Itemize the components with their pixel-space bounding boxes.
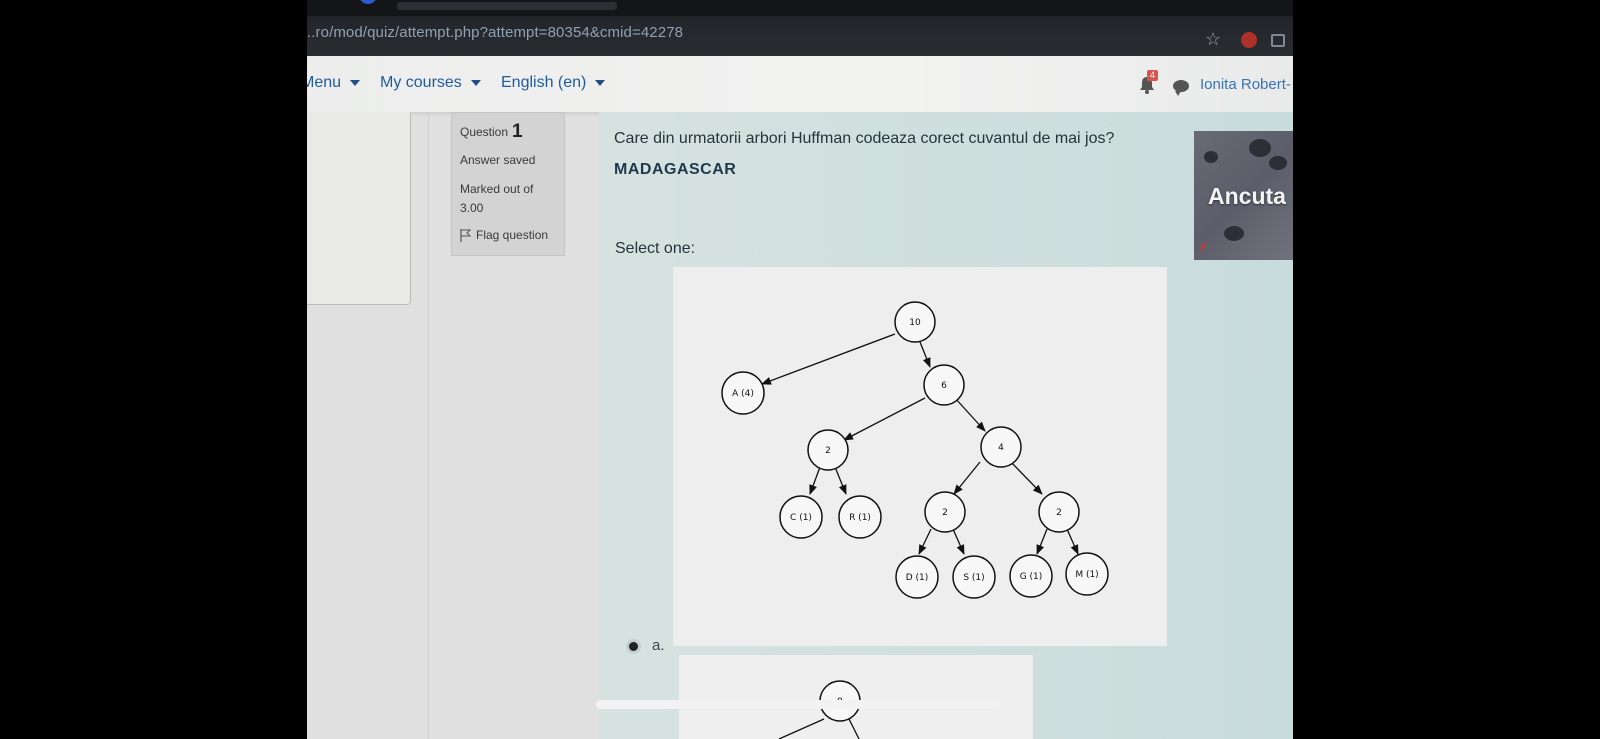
background-pattern	[1269, 156, 1287, 170]
tree-edge	[1066, 528, 1079, 555]
mic-muted-icon	[1199, 243, 1207, 254]
caret-down-icon	[470, 79, 481, 86]
node-label: 2	[825, 446, 831, 456]
nav-my-courses[interactable]: My courses	[380, 74, 481, 92]
column-divider	[428, 112, 429, 739]
background-pattern	[1204, 151, 1218, 163]
node-label: S (1)	[963, 573, 984, 583]
question-number-value: 1	[512, 121, 523, 142]
left-block	[307, 112, 411, 305]
question-label: Question	[460, 125, 509, 139]
video-call-tile[interactable]: Ancuta	[1194, 131, 1293, 260]
tree-edge	[843, 397, 926, 441]
moodle-navbar: Menu My courses English (en) 4 Ionita Ro…	[307, 56, 1293, 112]
option-a-label[interactable]: a.	[652, 637, 665, 654]
node-label: 10	[909, 318, 921, 328]
screen: ..ro/mod/quiz/attempt.php?attempt=80354&…	[307, 0, 1293, 739]
browser-toolbar: ..ro/mod/quiz/attempt.php?attempt=80354&…	[307, 0, 1293, 56]
tab-strip	[307, 0, 1293, 16]
huffman-tree-b-svg: 9	[778, 680, 861, 739]
tree-labels: 10 A (4) 6 2 4 C (1) R (1) 2 2 D (1) S (…	[732, 318, 1099, 583]
nav-language[interactable]: English (en)	[501, 74, 606, 92]
node-label: C (1)	[790, 513, 812, 523]
tree-edge	[848, 718, 860, 739]
tree-edge	[1008, 459, 1043, 495]
tree-nodes	[721, 301, 1109, 599]
nav-my-courses-label: My courses	[380, 74, 462, 91]
node-label: R (1)	[849, 513, 871, 523]
tree-edge	[919, 341, 931, 368]
node-label: 6	[941, 381, 947, 391]
huffman-tree-option-a[interactable]: 10 A (4) 6 2 4 C (1) R (1) 2 2 D (1) S (…	[673, 267, 1167, 646]
background-pattern	[1224, 226, 1244, 241]
tree-edge	[809, 466, 821, 495]
extension-icon[interactable]	[1241, 32, 1257, 48]
tab-favicon	[359, 0, 377, 4]
browser-tab[interactable]	[397, 2, 617, 10]
node-label: M (1)	[1075, 570, 1098, 580]
tree-edge	[952, 528, 965, 555]
user-menu[interactable]: Ionita Robert-	[1200, 76, 1291, 93]
tree-edge	[834, 466, 847, 495]
bookmark-star-icon[interactable]: ☆	[1205, 30, 1223, 48]
option-a-radio[interactable]	[629, 642, 638, 651]
caret-down-icon	[350, 79, 361, 86]
marked-label: Marked out of	[460, 182, 534, 196]
huffman-tree-option-b[interactable]: 9	[679, 655, 1033, 739]
participant-name: Ancuta	[1208, 183, 1286, 209]
tree-edge	[953, 461, 981, 495]
node-label: 4	[998, 443, 1004, 453]
question-content: Care din urmatorii arbori Huffman codeaz…	[599, 112, 1293, 739]
huffman-tree-a-svg: 10 A (4) 6 2 4 C (1) R (1) 2 2 D (1) S (…	[721, 301, 1109, 599]
node-label: G (1)	[1020, 572, 1043, 582]
question-info-panel: Question 1 Answer saved Marked out of 3.00…	[451, 112, 565, 256]
select-one-prompt: Select one:	[615, 240, 696, 257]
flag-icon	[460, 228, 471, 242]
background-pattern	[1249, 139, 1271, 157]
question-text: Care din urmatorii arbori Huffman codeaz…	[614, 130, 1115, 147]
tree-edge	[778, 718, 825, 739]
marked-value: 3.00	[460, 201, 484, 215]
question-status: Answer saved	[460, 153, 536, 167]
nav-language-label: English (en)	[501, 74, 587, 91]
question-word: MADAGASCAR	[614, 161, 737, 178]
home-indicator	[596, 700, 998, 709]
node-label: A (4)	[732, 389, 754, 399]
pocket-icon[interactable]	[1271, 34, 1285, 47]
tree-edge	[918, 528, 932, 555]
marked-out-of: Marked out of 3.00	[460, 180, 556, 218]
tree-edge	[1036, 528, 1048, 555]
chat-icon[interactable]	[1173, 80, 1189, 96]
flag-question-link[interactable]: Flag question	[460, 228, 556, 242]
notification-badge: 4	[1147, 70, 1159, 81]
tree-edge	[761, 333, 896, 385]
question-number: Question 1	[460, 121, 556, 143]
tree-edge	[954, 397, 986, 432]
caret-down-icon	[595, 79, 606, 86]
nav-menu[interactable]: Menu	[307, 74, 361, 92]
nav-menu-label: Menu	[307, 74, 342, 91]
node-label: 2	[942, 508, 948, 518]
flag-question-label: Flag question	[476, 228, 549, 242]
node-label: D (1)	[906, 573, 929, 583]
address-bar[interactable]: ..ro/mod/quiz/attempt.php?attempt=80354&…	[307, 24, 683, 41]
node-label: 2	[1056, 508, 1062, 518]
